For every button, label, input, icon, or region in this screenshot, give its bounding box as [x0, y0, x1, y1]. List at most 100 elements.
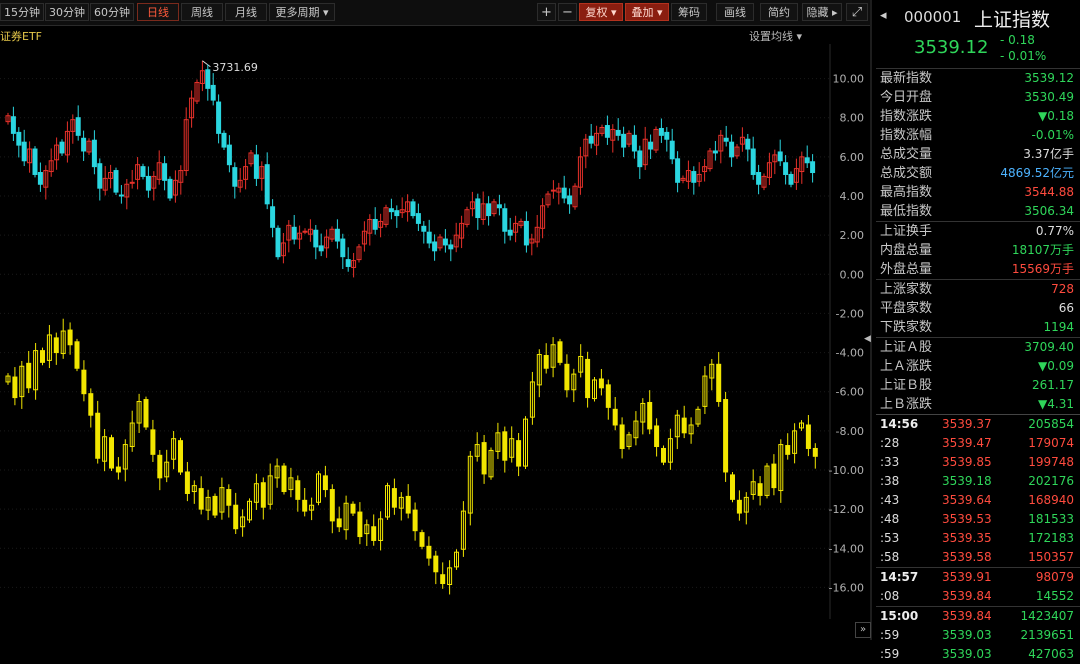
index-candle: [502, 208, 508, 232]
index-candle: [205, 69, 211, 89]
stat-row: 上Ｂ涨跌 ▼4.31: [876, 395, 1080, 414]
stat-label: 指数涨幅: [880, 128, 933, 143]
index-candle: [669, 140, 675, 160]
stat-value: ▼0.18: [1038, 109, 1074, 123]
etf-candle: [433, 555, 439, 573]
period-tab-3[interactable]: 日线: [137, 3, 179, 21]
etf-candle: [805, 424, 811, 449]
stat-value: 15569万手: [1011, 262, 1074, 276]
back-arrow-icon[interactable]: ◂: [880, 8, 887, 23]
ma-settings-button[interactable]: 设置均线 ▾: [749, 28, 802, 44]
tick-volume: 202176: [1028, 474, 1074, 488]
etf-candle: [53, 337, 59, 354]
stat-label: 上证Ｂ股: [880, 378, 933, 393]
stat-label: 上Ａ涨跌: [880, 359, 933, 374]
y-tick-label: 2.00: [840, 229, 865, 242]
period-tab-5[interactable]: 月线: [225, 3, 267, 21]
annotation-pointer: [202, 60, 211, 68]
etf-candle: [757, 483, 763, 496]
index-candle: [426, 231, 432, 244]
overlay-button[interactable]: 叠加 ▾: [625, 3, 669, 21]
stat-value: 18107万手: [1011, 243, 1074, 257]
fuquan-button[interactable]: 复权 ▾: [579, 3, 623, 21]
stat-label: 下跌家数: [880, 320, 933, 335]
etf-candle: [661, 447, 666, 463]
index-candle: [318, 245, 324, 252]
period-tab-0[interactable]: 15分钟: [0, 3, 44, 21]
period-tab-1[interactable]: 30分钟: [45, 3, 89, 21]
tick-price: 3539.84: [942, 609, 992, 623]
index-candle: [432, 241, 438, 252]
stat-label: 总成交额: [880, 166, 933, 181]
index-candle: [275, 227, 281, 258]
tick-price: 3539.84: [942, 589, 992, 603]
tick-price: 3539.64: [942, 493, 992, 507]
tick-list[interactable]: 14:56 3539.37 205854:28 3539.47 179074:33 353…: [876, 414, 1080, 664]
simple-mode-button[interactable]: 简约: [760, 3, 798, 21]
index-candle: [410, 201, 416, 217]
quote-header: ◂ 000001 上证指数 3539.12 - 0.18 - 0.01%: [876, 0, 1080, 69]
index-candle: [216, 101, 222, 134]
index-candle: [270, 206, 276, 228]
hide-button[interactable]: 隐藏 ▸: [802, 3, 842, 21]
fullscreen-icon[interactable]: ⤢: [846, 3, 868, 21]
stat-row: 外盘总量 15569万手: [876, 260, 1080, 279]
stat-row: 上Ａ涨跌 ▼0.09: [876, 357, 1080, 376]
scroll-right-icon[interactable]: »: [855, 622, 871, 638]
draw-line-button[interactable]: 画线: [716, 3, 754, 21]
y-tick-label: 0.00: [840, 268, 865, 281]
etf-candle: [95, 412, 101, 459]
stat-label: 上涨家数: [880, 282, 933, 297]
index-candle: [442, 238, 448, 246]
tick-volume: 179074: [1028, 436, 1074, 450]
collapse-panel-icon[interactable]: ◀: [864, 334, 871, 344]
zoom-out-button[interactable]: −: [558, 3, 577, 21]
tick-row: :58 3539.58 150357: [876, 548, 1080, 567]
stat-value: 0.77%: [1035, 224, 1074, 238]
etf-candle: [681, 417, 687, 434]
tick-volume: 168940: [1028, 493, 1074, 507]
tick-row: :59 3539.03 427063: [876, 645, 1080, 664]
stat-row: 上证Ａ股 3709.40: [876, 337, 1080, 357]
index-candle: [210, 84, 216, 101]
index-candle: [97, 163, 103, 189]
period-tab-4[interactable]: 周线: [181, 3, 223, 21]
index-candle: [21, 141, 27, 162]
stat-label: 最新指数: [880, 71, 933, 86]
stat-row: 上证Ｂ股 261.17: [876, 376, 1080, 395]
stat-label: 最高指数: [880, 185, 933, 200]
tick-price: 3539.35: [942, 531, 992, 545]
tick-row: 14:57 3539.91 98079: [876, 567, 1080, 587]
stat-value: ▼4.31: [1038, 397, 1074, 411]
stat-label: 内盘总量: [880, 243, 933, 258]
tick-time: 14:56: [880, 417, 919, 431]
etf-candle: [350, 503, 356, 514]
y-tick-label: -16.00: [829, 581, 864, 594]
stat-label: 外盘总量: [880, 262, 933, 277]
index-candle: [118, 194, 124, 197]
etf-candle: [771, 463, 777, 489]
etf-candle: [812, 447, 818, 457]
stat-row: 最低指数 3506.34: [876, 202, 1080, 221]
stat-label: 平盘家数: [880, 301, 933, 316]
tick-row: 14:56 3539.37 205854: [876, 415, 1080, 434]
zoom-in-button[interactable]: +: [537, 3, 556, 21]
y-tick-label: -14.00: [829, 542, 864, 555]
index-candle: [712, 150, 718, 154]
chart-toolbar: 15分钟 30分钟 60分钟 日线 周线 月线 更多周期 ▾ + − 复权 ▾ 叠加 ▾ 筹码 画线 简约…: [0, 0, 872, 26]
index-code: 000001: [904, 8, 962, 26]
tick-price: 3539.47: [942, 436, 992, 450]
index-candle: [145, 175, 151, 191]
index-candle: [59, 141, 65, 154]
stat-label: 最低指数: [880, 204, 933, 219]
panel-divider: [870, 0, 872, 640]
candlestick-chart[interactable]: 10.00 8.00 6.00 4.00 2.00 0.00 -2.00 -4.00 -6.00…: [0, 44, 870, 619]
tick-volume: 205854: [1028, 417, 1074, 431]
stat-value: 3506.34: [1024, 204, 1074, 218]
index-candle: [664, 131, 670, 140]
period-tab-6[interactable]: 更多周期 ▾: [269, 3, 335, 21]
period-tab-2[interactable]: 60分钟: [90, 3, 134, 21]
chips-button[interactable]: 筹码: [671, 3, 707, 21]
overlay-series-label[interactable]: 证券ETF: [0, 28, 42, 44]
y-tick-label: -10.00: [829, 464, 864, 477]
